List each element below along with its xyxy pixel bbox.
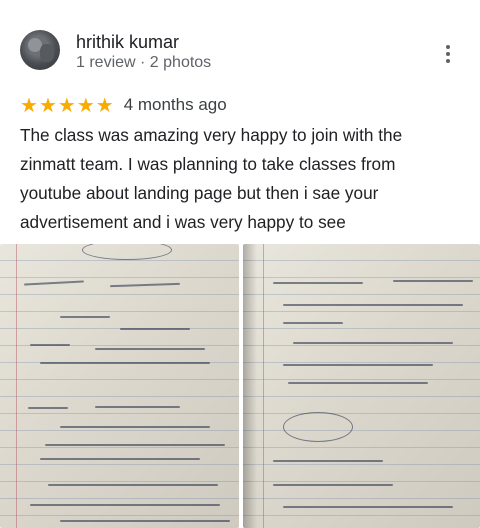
- avatar[interactable]: [20, 30, 60, 70]
- review-date: 4 months ago: [123, 95, 227, 114]
- author-name[interactable]: hrithik kumar: [76, 32, 179, 53]
- rating-row: ★ ★ ★ ★ ★ 4 months ago: [20, 94, 227, 116]
- author-meta: 1 review · 2 photos: [76, 54, 212, 71]
- star-icon: ★: [76, 93, 95, 117]
- notebook-page-image: [243, 244, 480, 528]
- more-options-button[interactable]: [436, 42, 460, 66]
- more-vert-icon: [446, 45, 450, 49]
- star-icon: ★: [57, 93, 76, 117]
- review-header: hrithik kumar 1 review · 2 photos: [20, 26, 460, 78]
- notebook-page-image: [0, 244, 239, 528]
- star-rating: ★ ★ ★ ★ ★: [20, 95, 114, 115]
- review-photo-2[interactable]: [243, 244, 480, 528]
- star-icon: ★: [95, 93, 114, 117]
- star-icon: ★: [20, 93, 38, 117]
- review-photo-1[interactable]: [0, 244, 239, 528]
- review-text: The class was amazing very happy to join…: [20, 125, 403, 232]
- star-icon: ★: [38, 93, 57, 117]
